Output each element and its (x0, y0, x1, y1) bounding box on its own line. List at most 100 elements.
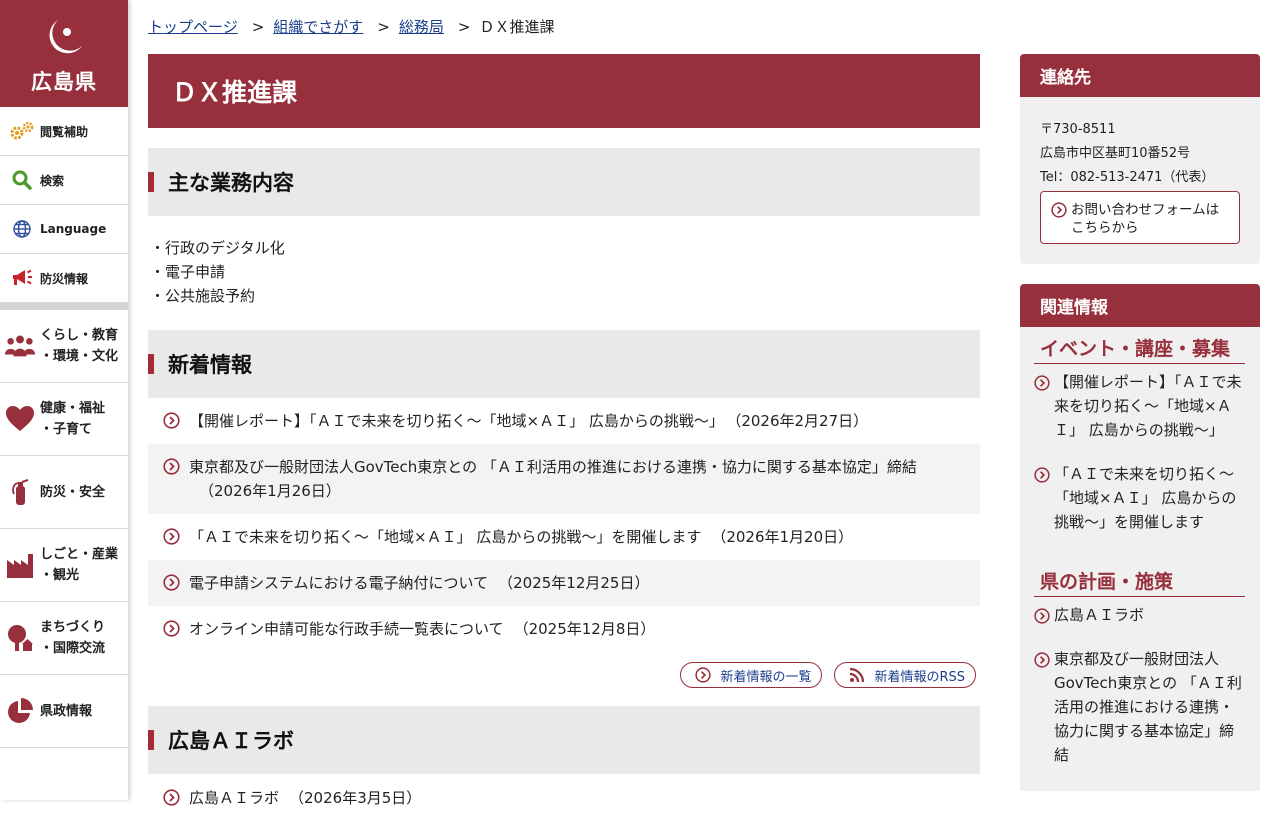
crescent-logo-icon (49, 20, 82, 54)
sidebar-cat-label: まちづくり ・国際交流 (40, 620, 106, 656)
news-link[interactable]: 東京都及び一般財団法人GovTech東京との 「ＡＩ利活用の推進における連携・協… (189, 458, 917, 476)
duty-item: ・公共施設予約 (150, 287, 256, 305)
breadcrumb-separator: > (457, 17, 471, 36)
news-item: 【開催レポート】「ＡＩで未来を切り拓く～「地域×ＡＩ」 広島からの挑戦～」 （20… (148, 398, 980, 444)
sidebar-util-label: 閲覧補助 (40, 124, 89, 139)
sidebar-cat-label: しごと・産業 ・観光 (40, 547, 119, 583)
related-heading: 関連情報 (1020, 284, 1260, 327)
related-list: 広島ＡＩラボ 東京都及び一般財団法人GovTech東京との 「ＡＩ利活用の推進に… (1034, 597, 1245, 791)
circle-arrow-icon (163, 620, 180, 637)
breadcrumb: トップページ > 組織でさがす > 総務局 > ＤＸ推進課 (148, 16, 554, 37)
related-box: 関連情報 イベント・講座・募集 【開催レポート】「ＡＩで未来を切り拓く～「地域×… (1020, 284, 1260, 791)
news-buttons: 新着情報の一覧 新着情報のRSS (148, 652, 980, 706)
related-body: イベント・講座・募集 【開催レポート】「ＡＩで未来を切り拓く～「地域×ＡＩ」 広… (1020, 327, 1260, 791)
news-link[interactable]: 電子申請システムにおける電子納付について (189, 574, 488, 592)
news-link[interactable]: 【開催レポート】「ＡＩで未来を切り拓く～「地域×ＡＩ」 広島からの挑戦～」 (189, 412, 724, 430)
sidebar-cat-label: 健康・福祉 ・子育て (40, 401, 106, 437)
circle-arrow-icon (163, 412, 180, 429)
sidebar-cat-town[interactable]: まちづくり ・国際交流 (0, 602, 128, 675)
news-rss-button-label: 新着情報のRSS (874, 669, 965, 685)
news-date: （2025年12月25日） (498, 574, 650, 592)
sidebar: 広島県 閲覧補助 検索 Language 防災情報 くらし・教育 ・環境・文化 … (0, 0, 128, 800)
people-icon (5, 331, 35, 361)
contact-form-button-label: お問い合わせフォームはこちらから (1071, 202, 1220, 236)
news-rss-button[interactable]: 新着情報のRSS (834, 662, 976, 688)
circle-arrow-icon (163, 789, 180, 806)
heart-icon (5, 404, 35, 434)
related-item[interactable]: 「ＡＩで未来を切り拓く～「地域×ＡＩ」 広島からの挑戦～」を開催します (1034, 462, 1245, 534)
ailab-link[interactable]: 広島ＡＩラボ (189, 789, 279, 807)
news-link[interactable]: オンライン申請可能な行政手続一覧表について (189, 620, 504, 638)
sidebar-cat-work[interactable]: しごと・産業 ・観光 (0, 529, 128, 602)
sidebar-util-language[interactable]: Language (0, 205, 128, 254)
contact-form-button[interactable]: お問い合わせフォームはこちらから (1040, 191, 1240, 244)
duty-item: ・行政のデジタル化 (150, 239, 285, 257)
site-logo[interactable]: 広島県 (0, 0, 128, 107)
megaphone-icon (9, 267, 35, 289)
news-link[interactable]: 「ＡＩで未来を切り拓く～「地域×ＡＩ」 広島からの挑戦～」を開催します (189, 528, 701, 546)
sidebar-util-accessibility[interactable]: 閲覧補助 (0, 107, 128, 156)
sidebar-util-label: Language (40, 222, 107, 236)
sidebar-util-label: 検索 (40, 173, 65, 188)
related-item-label: 【開催レポート】「ＡＩで未来を切り拓く～「地域×ＡＩ」 広島からの挑戦～」 (1054, 373, 1242, 439)
sidebar-util-search[interactable]: 検索 (0, 156, 128, 205)
ailab-list: 広島ＡＩラボ （2026年3月5日） (148, 774, 980, 821)
pie-chart-icon (5, 696, 35, 726)
circle-arrow-icon (163, 574, 180, 591)
circle-arrow-icon (1051, 202, 1067, 218)
sidebar-util-label: 防災情報 (40, 271, 89, 286)
sidebar-cat-label: 防災・安全 (40, 484, 106, 500)
contact-heading: 連絡先 (1020, 54, 1260, 97)
news-date: （2026年1月20日） (711, 528, 854, 546)
sidebar-cat-label: 県政情報 (40, 703, 93, 719)
circle-arrow-icon (1034, 652, 1050, 668)
circle-arrow-icon (163, 528, 180, 545)
breadcrumb-link-bureau[interactable]: 総務局 (399, 16, 444, 37)
duty-item: ・電子申請 (150, 263, 226, 281)
news-item: オンライン申請可能な行政手続一覧表について （2025年12月8日） (148, 606, 980, 652)
related-item[interactable]: 【開催レポート】「ＡＩで未来を切り拓く～「地域×ＡＩ」 広島からの挑戦～」 (1034, 370, 1245, 442)
related-item-label: 東京都及び一般財団法人GovTech東京との 「ＡＩ利活用の推進における連携・協… (1054, 650, 1242, 764)
related-item[interactable]: 広島ＡＩラボ (1034, 603, 1245, 627)
duties-list: ・行政のデジタル化 ・電子申請 ・公共施設予約 (148, 216, 980, 330)
contact-tel: Tel：082-513-2471（代表） (1040, 170, 1215, 185)
breadcrumb-current: ＤＸ推進課 (479, 18, 555, 36)
news-list-button-label: 新着情報の一覧 (720, 669, 812, 685)
related-list: 【開催レポート】「ＡＩで未来を切り拓く～「地域×ＡＩ」 広島からの挑戦～」 「Ａ… (1034, 364, 1245, 558)
news-date: （2026年3月5日） (289, 789, 422, 807)
right-column: 連絡先 〒730-8511 広島市中区基町10番52号 Tel：082-513-… (1020, 54, 1260, 791)
circle-arrow-icon (1034, 375, 1050, 391)
news-item: 「ＡＩで未来を切り拓く～「地域×ＡＩ」 広島からの挑戦～」を開催します （2026… (148, 514, 980, 560)
section-heading-news: 新着情報 (148, 330, 980, 398)
circle-arrow-icon (1034, 467, 1050, 483)
news-date: （2026年1月26日） (199, 482, 341, 500)
related-item-label: 広島ＡＩラボ (1054, 606, 1145, 624)
breadcrumb-link-org[interactable]: 組織でさがす (273, 16, 363, 37)
contact-box: 連絡先 〒730-8511 広島市中区基町10番52号 Tel：082-513-… (1020, 54, 1260, 264)
news-date: （2025年12月8日） (513, 620, 656, 638)
news-item: 電子申請システムにおける電子納付について （2025年12月25日） (148, 560, 980, 606)
sidebar-divider (0, 303, 128, 310)
sidebar-cat-gov[interactable]: 県政情報 (0, 675, 128, 748)
news-date: （2026年2月27日） (733, 412, 869, 430)
related-item[interactable]: 東京都及び一般財団法人GovTech東京との 「ＡＩ利活用の推進における連携・協… (1034, 647, 1245, 767)
news-item: 東京都及び一般財団法人GovTech東京との 「ＡＩ利活用の推進における連携・協… (148, 444, 980, 514)
tree-icon (5, 623, 35, 653)
gears-icon (9, 120, 35, 142)
main-content: ＤＸ推進課 主な業務内容 ・行政のデジタル化 ・電子申請 ・公共施設予約 新着情… (148, 54, 980, 821)
circle-arrow-icon (695, 667, 712, 683)
sidebar-cat-safety[interactable]: 防災・安全 (0, 456, 128, 529)
circle-arrow-icon (163, 458, 180, 475)
news-list: 【開催レポート】「ＡＩで未来を切り拓く～「地域×ＡＩ」 広島からの挑戦～」 （20… (148, 398, 980, 652)
contact-body: 〒730-8511 広島市中区基町10番52号 Tel：082-513-2471… (1020, 97, 1260, 264)
breadcrumb-separator: > (251, 17, 265, 36)
search-icon (9, 169, 35, 191)
globe-icon (9, 218, 35, 240)
sidebar-util-disaster[interactable]: 防災情報 (0, 254, 128, 303)
sidebar-cat-health[interactable]: 健康・福祉 ・子育て (0, 383, 128, 456)
related-category-plans: 県の計画・施策 (1034, 566, 1245, 597)
breadcrumb-link-top[interactable]: トップページ (148, 16, 238, 37)
section-heading-ailab: 広島ＡＩラボ (148, 706, 980, 774)
news-list-button[interactable]: 新着情報の一覧 (680, 662, 823, 688)
sidebar-cat-life[interactable]: くらし・教育 ・環境・文化 (0, 310, 128, 383)
